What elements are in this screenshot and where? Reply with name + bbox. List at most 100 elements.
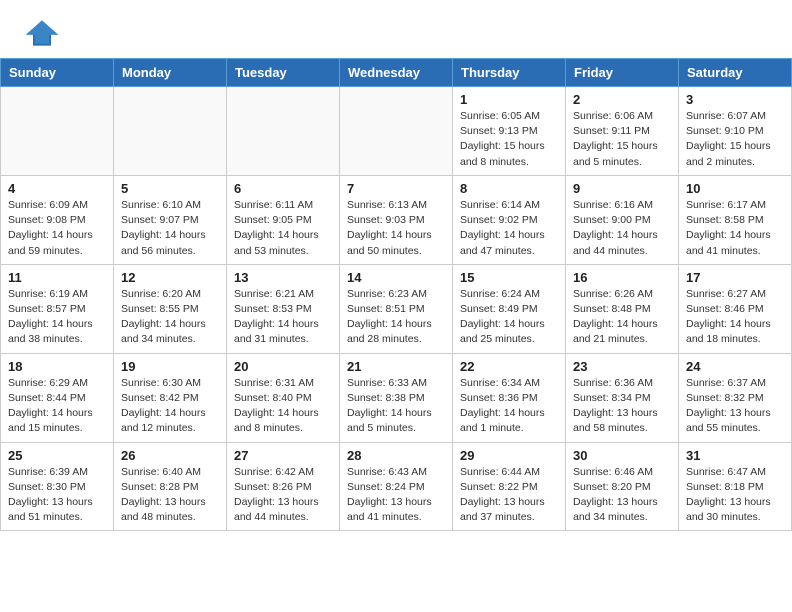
day-info: Sunrise: 6:46 AM Sunset: 8:20 PM Dayligh… xyxy=(573,465,671,526)
day-number: 2 xyxy=(573,92,671,107)
day-number: 1 xyxy=(460,92,558,107)
day-info: Sunrise: 6:05 AM Sunset: 9:13 PM Dayligh… xyxy=(460,109,558,170)
day-info: Sunrise: 6:29 AM Sunset: 8:44 PM Dayligh… xyxy=(8,376,106,437)
weekday-header-tuesday: Tuesday xyxy=(227,59,340,87)
day-info: Sunrise: 6:39 AM Sunset: 8:30 PM Dayligh… xyxy=(8,465,106,526)
day-number: 25 xyxy=(8,448,106,463)
calendar-day-cell: 6 Sunrise: 6:11 AM Sunset: 9:05 PM Daylig… xyxy=(227,175,340,264)
calendar-day-cell: 21 Sunrise: 6:33 AM Sunset: 8:38 PM Dayli… xyxy=(340,353,453,442)
day-number: 11 xyxy=(8,270,106,285)
day-info: Sunrise: 6:14 AM Sunset: 9:02 PM Dayligh… xyxy=(460,198,558,259)
calendar-day-cell: 26Sunrise: 6:40 AM Sunset: 8:28 PM Dayli… xyxy=(114,442,227,531)
calendar-week-row: 1 Sunrise: 6:05 AM Sunset: 9:13 PM Daylig… xyxy=(1,87,792,176)
day-number: 18 xyxy=(8,359,106,374)
logo-icon xyxy=(24,18,60,48)
calendar-day-cell: 13Sunrise: 6:21 AM Sunset: 8:53 PM Dayli… xyxy=(227,264,340,353)
day-info: Sunrise: 6:13 AM Sunset: 9:03 PM Dayligh… xyxy=(347,198,445,259)
calendar-day-cell: 19 Sunrise: 6:30 AM Sunset: 8:42 PM Dayli… xyxy=(114,353,227,442)
logo xyxy=(24,18,66,48)
day-number: 8 xyxy=(460,181,558,196)
day-number: 3 xyxy=(686,92,784,107)
calendar-day-cell: 15 Sunrise: 6:24 AM Sunset: 8:49 PM Dayli… xyxy=(453,264,566,353)
day-info: Sunrise: 6:24 AM Sunset: 8:49 PM Dayligh… xyxy=(460,287,558,348)
calendar-day-cell: 10 Sunrise: 6:17 AM Sunset: 8:58 PM Dayli… xyxy=(679,175,792,264)
day-info: Sunrise: 6:47 AM Sunset: 8:18 PM Dayligh… xyxy=(686,465,784,526)
day-info: Sunrise: 6:31 AM Sunset: 8:40 PM Dayligh… xyxy=(234,376,332,437)
calendar-day-cell: 28Sunrise: 6:43 AM Sunset: 8:24 PM Dayli… xyxy=(340,442,453,531)
day-info: Sunrise: 6:19 AM Sunset: 8:57 PM Dayligh… xyxy=(8,287,106,348)
calendar-day-cell xyxy=(1,87,114,176)
day-info: Sunrise: 6:42 AM Sunset: 8:26 PM Dayligh… xyxy=(234,465,332,526)
calendar-day-cell: 3 Sunrise: 6:07 AM Sunset: 9:10 PM Daylig… xyxy=(679,87,792,176)
day-info: Sunrise: 6:11 AM Sunset: 9:05 PM Dayligh… xyxy=(234,198,332,259)
day-info: Sunrise: 6:34 AM Sunset: 8:36 PM Dayligh… xyxy=(460,376,558,437)
calendar-day-cell: 11 Sunrise: 6:19 AM Sunset: 8:57 PM Dayli… xyxy=(1,264,114,353)
day-info: Sunrise: 6:26 AM Sunset: 8:48 PM Dayligh… xyxy=(573,287,671,348)
day-number: 6 xyxy=(234,181,332,196)
day-number: 16 xyxy=(573,270,671,285)
calendar-day-cell xyxy=(340,87,453,176)
day-number: 22 xyxy=(460,359,558,374)
day-number: 4 xyxy=(8,181,106,196)
calendar-day-cell: 9 Sunrise: 6:16 AM Sunset: 9:00 PM Daylig… xyxy=(566,175,679,264)
day-number: 9 xyxy=(573,181,671,196)
day-info: Sunrise: 6:16 AM Sunset: 9:00 PM Dayligh… xyxy=(573,198,671,259)
calendar-day-cell xyxy=(114,87,227,176)
day-number: 12 xyxy=(121,270,219,285)
page-header xyxy=(0,0,792,58)
weekday-header-sunday: Sunday xyxy=(1,59,114,87)
calendar-day-cell: 12 Sunrise: 6:20 AM Sunset: 8:55 PM Dayli… xyxy=(114,264,227,353)
calendar-day-cell: 30 Sunrise: 6:46 AM Sunset: 8:20 PM Dayli… xyxy=(566,442,679,531)
calendar-day-cell: 4 Sunrise: 6:09 AM Sunset: 9:08 PM Daylig… xyxy=(1,175,114,264)
day-number: 29 xyxy=(460,448,558,463)
day-number: 30 xyxy=(573,448,671,463)
day-info: Sunrise: 6:37 AM Sunset: 8:32 PM Dayligh… xyxy=(686,376,784,437)
day-number: 17 xyxy=(686,270,784,285)
day-info: Sunrise: 6:20 AM Sunset: 8:55 PM Dayligh… xyxy=(121,287,219,348)
day-info: Sunrise: 6:30 AM Sunset: 8:42 PM Dayligh… xyxy=(121,376,219,437)
day-number: 7 xyxy=(347,181,445,196)
calendar-day-cell: 27 Sunrise: 6:42 AM Sunset: 8:26 PM Dayli… xyxy=(227,442,340,531)
day-number: 15 xyxy=(460,270,558,285)
day-info: Sunrise: 6:44 AM Sunset: 8:22 PM Dayligh… xyxy=(460,465,558,526)
day-number: 10 xyxy=(686,181,784,196)
calendar-day-cell: 5 Sunrise: 6:10 AM Sunset: 9:07 PM Daylig… xyxy=(114,175,227,264)
calendar-day-cell: 14 Sunrise: 6:23 AM Sunset: 8:51 PM Dayli… xyxy=(340,264,453,353)
calendar-day-cell: 2 Sunrise: 6:06 AM Sunset: 9:11 PM Daylig… xyxy=(566,87,679,176)
day-number: 23 xyxy=(573,359,671,374)
calendar-day-cell: 29 Sunrise: 6:44 AM Sunset: 8:22 PM Dayli… xyxy=(453,442,566,531)
calendar-day-cell: 18 Sunrise: 6:29 AM Sunset: 8:44 PM Dayli… xyxy=(1,353,114,442)
day-info: Sunrise: 6:17 AM Sunset: 8:58 PM Dayligh… xyxy=(686,198,784,259)
calendar-day-cell: 24Sunrise: 6:37 AM Sunset: 8:32 PM Dayli… xyxy=(679,353,792,442)
day-number: 20 xyxy=(234,359,332,374)
calendar-week-row: 11 Sunrise: 6:19 AM Sunset: 8:57 PM Dayli… xyxy=(1,264,792,353)
calendar-week-row: 4 Sunrise: 6:09 AM Sunset: 9:08 PM Daylig… xyxy=(1,175,792,264)
weekday-header-saturday: Saturday xyxy=(679,59,792,87)
calendar-table: SundayMondayTuesdayWednesdayThursdayFrid… xyxy=(0,58,792,531)
day-number: 21 xyxy=(347,359,445,374)
day-number: 27 xyxy=(234,448,332,463)
day-info: Sunrise: 6:07 AM Sunset: 9:10 PM Dayligh… xyxy=(686,109,784,170)
calendar-day-cell: 31 Sunrise: 6:47 AM Sunset: 8:18 PM Dayli… xyxy=(679,442,792,531)
day-info: Sunrise: 6:10 AM Sunset: 9:07 PM Dayligh… xyxy=(121,198,219,259)
day-info: Sunrise: 6:09 AM Sunset: 9:08 PM Dayligh… xyxy=(8,198,106,259)
weekday-header-thursday: Thursday xyxy=(453,59,566,87)
day-number: 5 xyxy=(121,181,219,196)
day-info: Sunrise: 6:06 AM Sunset: 9:11 PM Dayligh… xyxy=(573,109,671,170)
calendar-week-row: 18 Sunrise: 6:29 AM Sunset: 8:44 PM Dayli… xyxy=(1,353,792,442)
calendar-day-cell: 8 Sunrise: 6:14 AM Sunset: 9:02 PM Daylig… xyxy=(453,175,566,264)
day-number: 14 xyxy=(347,270,445,285)
calendar-day-cell: 17Sunrise: 6:27 AM Sunset: 8:46 PM Dayli… xyxy=(679,264,792,353)
calendar-day-cell: 16 Sunrise: 6:26 AM Sunset: 8:48 PM Dayli… xyxy=(566,264,679,353)
weekday-header-friday: Friday xyxy=(566,59,679,87)
day-info: Sunrise: 6:23 AM Sunset: 8:51 PM Dayligh… xyxy=(347,287,445,348)
day-number: 26 xyxy=(121,448,219,463)
day-info: Sunrise: 6:36 AM Sunset: 8:34 PM Dayligh… xyxy=(573,376,671,437)
day-number: 31 xyxy=(686,448,784,463)
day-info: Sunrise: 6:21 AM Sunset: 8:53 PM Dayligh… xyxy=(234,287,332,348)
calendar-week-row: 25 Sunrise: 6:39 AM Sunset: 8:30 PM Dayli… xyxy=(1,442,792,531)
day-number: 19 xyxy=(121,359,219,374)
calendar-day-cell: 22 Sunrise: 6:34 AM Sunset: 8:36 PM Dayli… xyxy=(453,353,566,442)
day-info: Sunrise: 6:33 AM Sunset: 8:38 PM Dayligh… xyxy=(347,376,445,437)
day-info: Sunrise: 6:43 AM Sunset: 8:24 PM Dayligh… xyxy=(347,465,445,526)
